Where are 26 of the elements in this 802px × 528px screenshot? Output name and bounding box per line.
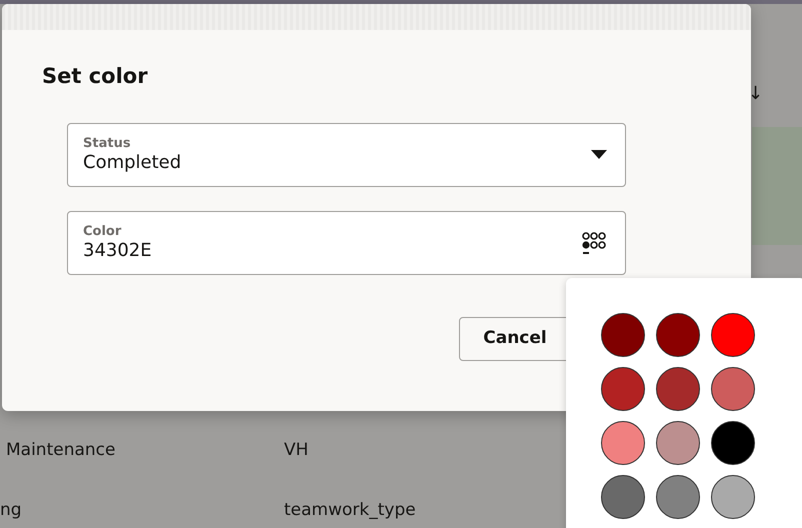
table-cell-text: teamwork_type: [284, 499, 416, 522]
dialog-title: Set color: [42, 63, 149, 90]
table-cell: ng: [0, 500, 22, 520]
color-swatch[interactable]: [601, 475, 645, 519]
color-swatch[interactable]: [601, 313, 645, 357]
sort-indicator[interactable]: ↓: [748, 80, 764, 107]
status-select[interactable]: Status Completed: [67, 122, 626, 186]
color-swatch[interactable]: [656, 475, 700, 519]
field-label: Status: [83, 136, 132, 152]
palette-icon[interactable]: [581, 230, 607, 254]
color-swatch[interactable]: [656, 421, 700, 465]
dropdown-caret-icon[interactable]: [591, 150, 607, 159]
color-swatch[interactable]: [656, 313, 700, 357]
table-cell: Maintenance: [6, 440, 116, 460]
field-value: 34302E: [83, 240, 153, 262]
color-swatch[interactable]: [601, 367, 645, 411]
color-swatch[interactable]: [711, 421, 755, 465]
table-cell-text: VH: [284, 439, 308, 462]
field-label: Color: [83, 224, 122, 240]
color-swatch[interactable]: [711, 475, 755, 519]
field-value: Completed: [83, 152, 182, 174]
color-swatch[interactable]: [656, 367, 700, 411]
color-swatch[interactable]: [711, 367, 755, 411]
color-input-field[interactable]: Color 34302E: [67, 210, 626, 274]
color-swatch[interactable]: [601, 421, 645, 465]
color-swatch[interactable]: [711, 313, 755, 357]
